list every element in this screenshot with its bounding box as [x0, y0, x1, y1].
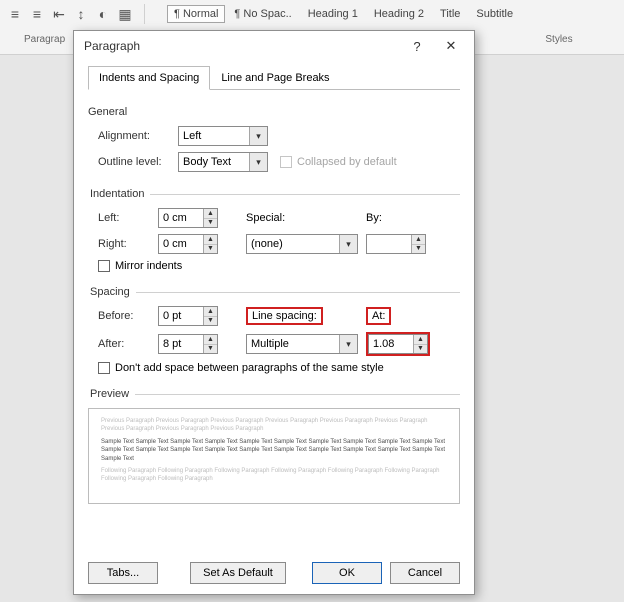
section-general: General [88, 106, 460, 118]
after-spinner[interactable]: 8 pt ▲▼ [158, 334, 218, 354]
set-default-button[interactable]: Set As Default [190, 562, 286, 584]
style-subtitle[interactable]: Subtitle [469, 5, 520, 23]
paragraph-dialog: Paragraph ? ✕ Indents and Spacing Line a… [73, 30, 475, 595]
alignment-label: Alignment: [98, 130, 178, 142]
border-icon[interactable]: ▦ [114, 3, 136, 25]
collapsed-checkbox: Collapsed by default [280, 156, 397, 168]
outline-select[interactable]: Body Text ▾ [178, 152, 268, 172]
tabs-button[interactable]: Tabs... [88, 562, 158, 584]
ok-button[interactable]: OK [312, 562, 382, 584]
by-spinner[interactable]: ▲▼ [366, 234, 426, 254]
special-label: Special: [246, 212, 346, 224]
section-spacing: Spacing Before: 0 pt ▲▼ Line spacing: At… [88, 286, 460, 374]
indent-icon[interactable]: ⇤ [48, 3, 70, 25]
before-spinner[interactable]: 0 pt ▲▼ [158, 306, 218, 326]
list-icon[interactable]: ≡ [4, 3, 26, 25]
divider [144, 4, 145, 24]
tab-line-page-breaks[interactable]: Line and Page Breaks [210, 66, 340, 90]
linespacing-select[interactable]: Multiple ▾ [246, 334, 358, 354]
chevron-down-icon: ▾ [339, 335, 357, 353]
alignment-select[interactable]: Left ▾ [178, 126, 268, 146]
mirror-indents-checkbox[interactable]: Mirror indents [98, 260, 460, 272]
before-label: Before: [98, 310, 158, 322]
section-preview: Preview Previous Paragraph Previous Para… [88, 388, 460, 504]
style-heading1[interactable]: Heading 1 [301, 5, 365, 23]
close-button[interactable]: ✕ [434, 33, 468, 59]
at-label: At: [366, 310, 416, 322]
preview-box: Previous Paragraph Previous Paragraph Pr… [88, 408, 460, 504]
style-title[interactable]: Title [433, 5, 467, 23]
special-select[interactable]: (none) ▾ [246, 234, 358, 254]
chevron-down-icon: ▾ [249, 153, 267, 171]
indent-right-label: Right: [98, 238, 158, 250]
style-normal[interactable]: ¶ Normal [167, 5, 225, 23]
dialog-title: Paragraph [84, 39, 400, 53]
list-num-icon[interactable]: ≡ [26, 3, 48, 25]
dialog-titlebar: Paragraph ? ✕ [74, 31, 474, 61]
at-spinner[interactable]: 1.08 ▲▼ [368, 334, 428, 354]
by-label: By: [366, 212, 416, 224]
tab-indents-spacing[interactable]: Indents and Spacing [88, 66, 210, 90]
outline-label: Outline level: [98, 156, 178, 168]
cancel-button[interactable]: Cancel [390, 562, 460, 584]
sort-icon[interactable]: ↕ [70, 3, 92, 25]
paint-icon[interactable]: ◐ [92, 3, 114, 25]
linespacing-label: Line spacing: [246, 310, 346, 322]
chevron-down-icon: ▾ [339, 235, 357, 253]
help-button[interactable]: ? [400, 33, 434, 59]
chevron-down-icon: ▾ [249, 127, 267, 145]
section-indentation: Indentation Left: 0 cm ▲▼ Special: By: R… [88, 188, 460, 272]
dialog-buttons: Tabs... Set As Default OK Cancel [88, 562, 460, 584]
dialog-tabs: Indents and Spacing Line and Page Breaks [88, 65, 460, 90]
style-nospacing[interactable]: ¶ No Spac.. [227, 5, 298, 23]
style-heading2[interactable]: Heading 2 [367, 5, 431, 23]
indent-right-spinner[interactable]: 0 cm ▲▼ [158, 234, 218, 254]
dont-add-space-checkbox[interactable]: Don't add space between paragraphs of th… [98, 362, 460, 374]
ribbon-group-styles: Styles [514, 34, 604, 45]
indent-left-spinner[interactable]: 0 cm ▲▼ [158, 208, 218, 228]
after-label: After: [98, 338, 158, 350]
indent-left-label: Left: [98, 212, 158, 224]
